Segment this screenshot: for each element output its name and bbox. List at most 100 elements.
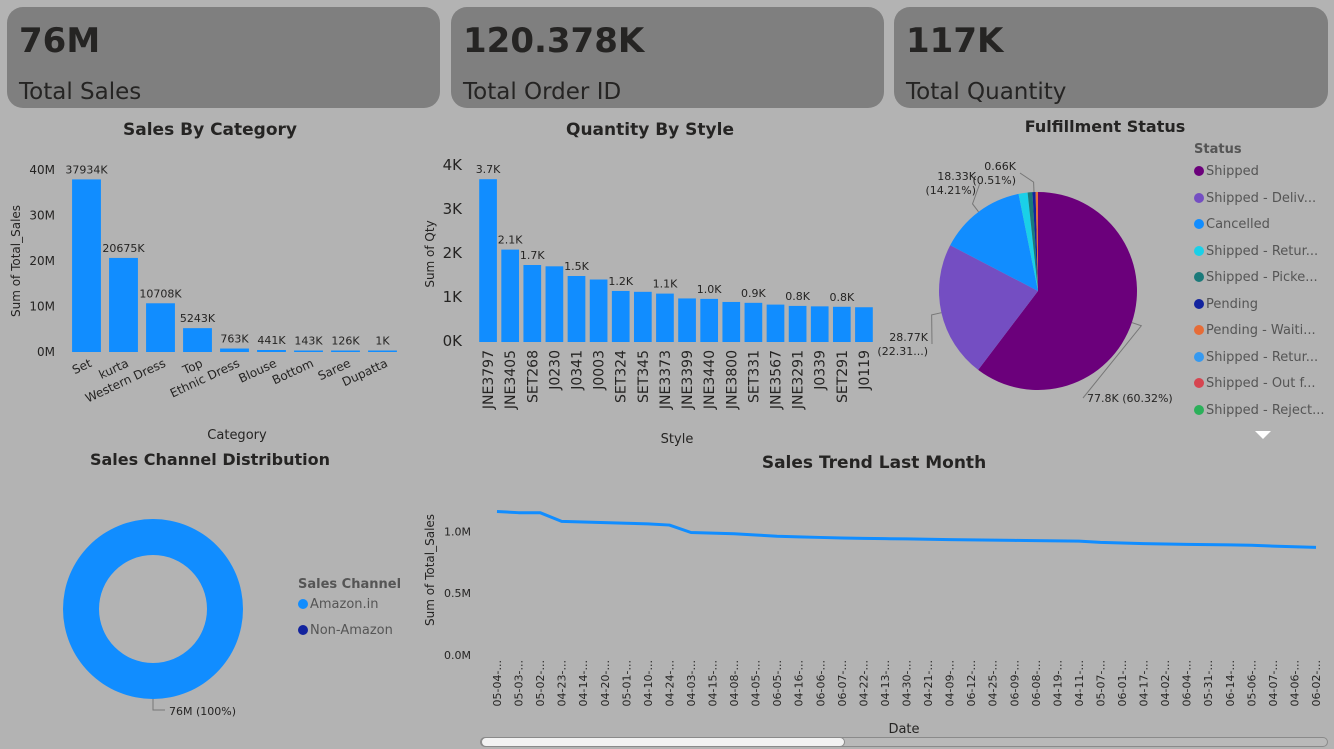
- sales-channel-donut[interactable]: 76M (100%): [40, 500, 280, 725]
- x-tick-label: 04-24-...: [663, 660, 676, 706]
- bar[interactable]: [294, 350, 323, 353]
- data-label: 1.1K: [653, 278, 678, 291]
- trend-line[interactable]: [496, 509, 1317, 549]
- bar[interactable]: [109, 257, 138, 352]
- bar[interactable]: [331, 350, 360, 353]
- legend-item[interactable]: Shipped - Retur...: [1194, 350, 1318, 365]
- fulfillment-status-pie[interactable]: 77.8K (60.32%) 28.77K(22.31...) 18.33K(14.…: [870, 140, 1190, 430]
- x-tick-label: 05-07-...: [1094, 660, 1107, 706]
- x-tick-label: 05-02-...: [534, 660, 547, 706]
- legend-item[interactable]: Shipped - Retur...: [1194, 244, 1318, 259]
- bar[interactable]: [501, 249, 520, 342]
- legend-item[interactable]: Shipped - Reject...: [1194, 403, 1325, 418]
- x-axis-label: Date: [888, 722, 919, 737]
- bar[interactable]: [368, 350, 397, 353]
- x-tick-label: SET331: [746, 350, 762, 403]
- data-label: 1K: [375, 335, 390, 348]
- legend-label: Pending - Waiti...: [1206, 323, 1316, 338]
- sales-by-category-title: Sales By Category: [123, 120, 297, 140]
- fulfillment-status-title: Fulfillment Status: [1024, 117, 1186, 136]
- bar[interactable]: [678, 298, 696, 342]
- data-label: 0.8K: [785, 290, 810, 303]
- legend-item[interactable]: Shipped - Deliv...: [1194, 191, 1316, 206]
- kpi-card-total-quantity[interactable]: 117K Total Quantity: [894, 7, 1328, 108]
- legend-label: Shipped: [1206, 164, 1259, 179]
- bar[interactable]: [700, 298, 719, 342]
- bar[interactable]: [72, 179, 101, 352]
- x-tick-label: JNE3800: [724, 350, 740, 410]
- legend-scroll-down-icon[interactable]: [1255, 431, 1271, 439]
- x-tick-label: JNE3399: [680, 350, 696, 410]
- bar[interactable]: [633, 291, 652, 342]
- sales-trend-chart[interactable]: 0.0M 0.5M 1.0M Sum of Total_Sales 05-04-... 0…: [415, 470, 1330, 738]
- x-tick-label: 04-15-...: [707, 660, 720, 706]
- bar[interactable]: [220, 348, 249, 352]
- sales-by-category-chart[interactable]: 0M 10M 20M 30M 40M Sum of Total_Sales 37934K Se…: [0, 140, 420, 450]
- y-tick-label: 0.0M: [444, 649, 471, 662]
- x-tick-label: 04-14-...: [577, 660, 590, 706]
- quantity-by-style-chart[interactable]: 0K 1K 2K 3K 4K Sum of Qty 3.7K JNE3797 2.1K JNE34…: [415, 140, 885, 450]
- leader-line: [931, 312, 942, 345]
- legend-color-dot: [1194, 378, 1204, 388]
- legend-item[interactable]: Shipped - Out f...: [1194, 376, 1316, 391]
- y-tick-label: 1K: [443, 288, 464, 306]
- x-tick-label: J0003: [592, 350, 608, 391]
- x-tick-label: 06-14-...: [1224, 660, 1237, 706]
- legend-color-dot: [1194, 272, 1204, 282]
- bar[interactable]: [788, 305, 807, 342]
- bar[interactable]: [611, 290, 630, 342]
- x-tick-label: Bottom: [270, 356, 316, 387]
- bar[interactable]: [567, 276, 586, 342]
- legend-color-dot: [1194, 351, 1204, 362]
- bar[interactable]: [766, 304, 785, 342]
- kpi-value: 120.378K: [463, 21, 645, 61]
- bar[interactable]: [810, 306, 829, 342]
- x-tick-label: 04-03-...: [685, 660, 698, 706]
- x-tick-label: 04-19-...: [1051, 660, 1064, 706]
- y-tick-label: 4K: [443, 156, 464, 174]
- legend-item[interactable]: Shipped: [1194, 164, 1259, 179]
- legend-label: Shipped - Retur...: [1206, 349, 1319, 365]
- data-label: 5243K: [180, 312, 216, 325]
- bar[interactable]: [589, 279, 608, 342]
- legend-item[interactable]: Pending: [1194, 297, 1258, 312]
- x-tick-label: 05-03-...: [513, 660, 526, 706]
- legend-item[interactable]: Shipped - Picke...: [1194, 270, 1318, 285]
- kpi-label: Total Order ID: [463, 79, 622, 105]
- legend-color-dot: [1194, 192, 1204, 203]
- x-tick-label: 05-31-...: [1202, 660, 1215, 706]
- bar[interactable]: [183, 328, 212, 352]
- x-tick-label: 04-09-...: [944, 660, 957, 706]
- x-tick-label: 04-16-...: [793, 660, 806, 706]
- bar[interactable]: [545, 266, 564, 342]
- kpi-card-total-sales[interactable]: 76M Total Sales: [7, 7, 440, 108]
- x-tick-label: 06-02-...: [1310, 660, 1323, 706]
- x-tick-label: J0339: [813, 350, 829, 391]
- legend-item[interactable]: Amazon.in: [298, 597, 379, 612]
- legend-color-dot: [1194, 166, 1204, 176]
- kpi-card-total-order-id[interactable]: 120.378K Total Order ID: [451, 7, 884, 108]
- x-tick-label: JNE3373: [658, 350, 674, 410]
- legend-item[interactable]: Non-Amazon: [298, 623, 393, 638]
- legend-label: Non-Amazon: [310, 623, 393, 638]
- data-label: 2.1K: [498, 234, 523, 247]
- bar[interactable]: [523, 265, 542, 342]
- pie-slice[interactable]: [63, 519, 243, 699]
- quantity-by-style-title: Quantity By Style: [566, 120, 734, 140]
- bar[interactable]: [146, 303, 175, 352]
- legend-color-dot: [1194, 404, 1204, 415]
- bar[interactable]: [832, 306, 851, 342]
- bar[interactable]: [257, 349, 286, 352]
- legend-item[interactable]: Pending - Waiti...: [1194, 323, 1316, 338]
- kpi-value: 76M: [19, 21, 101, 61]
- bar[interactable]: [656, 293, 674, 342]
- data-label: 0.8K: [829, 291, 854, 304]
- leader-line: [1019, 172, 1035, 193]
- data-label: 763K: [220, 333, 249, 346]
- scrollbar-thumb[interactable]: [481, 737, 845, 747]
- bar[interactable]: [744, 302, 763, 342]
- bar[interactable]: [479, 179, 497, 342]
- bar[interactable]: [722, 301, 741, 342]
- legend-item[interactable]: Cancelled: [1194, 217, 1270, 232]
- x-tick-label: 05-01-...: [620, 660, 633, 706]
